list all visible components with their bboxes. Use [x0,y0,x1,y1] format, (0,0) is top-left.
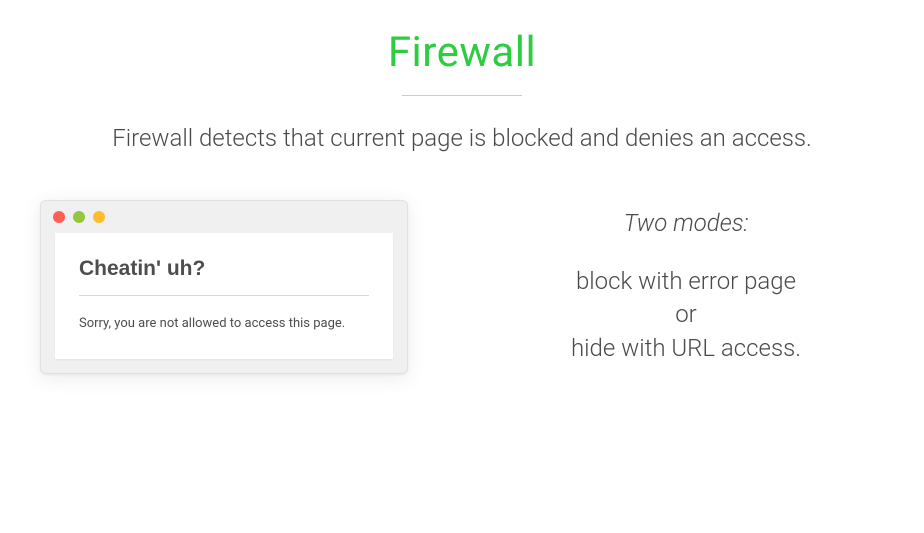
main-container: Firewall Firewall detects that current p… [0,0,924,533]
browser-body: Cheatin' uh? Sorry, you are not allowed … [55,233,393,359]
traffic-light-close-icon [53,211,65,223]
modes-title: Two modes: [488,209,884,237]
page-title: Firewall [0,28,924,77]
browser-header [41,201,407,233]
browser-window-mockup: Cheatin' uh? Sorry, you are not allowed … [40,200,408,374]
modes-option-1: block with error page [488,265,884,299]
traffic-light-minimize-icon [73,211,85,223]
page-description: Firewall detects that current page is bl… [0,124,924,152]
traffic-light-maximize-icon [93,211,105,223]
modes-section: Two modes: block with error page or hide… [488,209,884,366]
modes-option-2: hide with URL access. [488,332,884,366]
error-heading: Cheatin' uh? [79,257,369,296]
modes-separator: or [488,298,884,332]
title-divider [402,95,522,96]
content-row: Cheatin' uh? Sorry, you are not allowed … [0,200,924,374]
error-message: Sorry, you are not allowed to access thi… [79,316,369,331]
